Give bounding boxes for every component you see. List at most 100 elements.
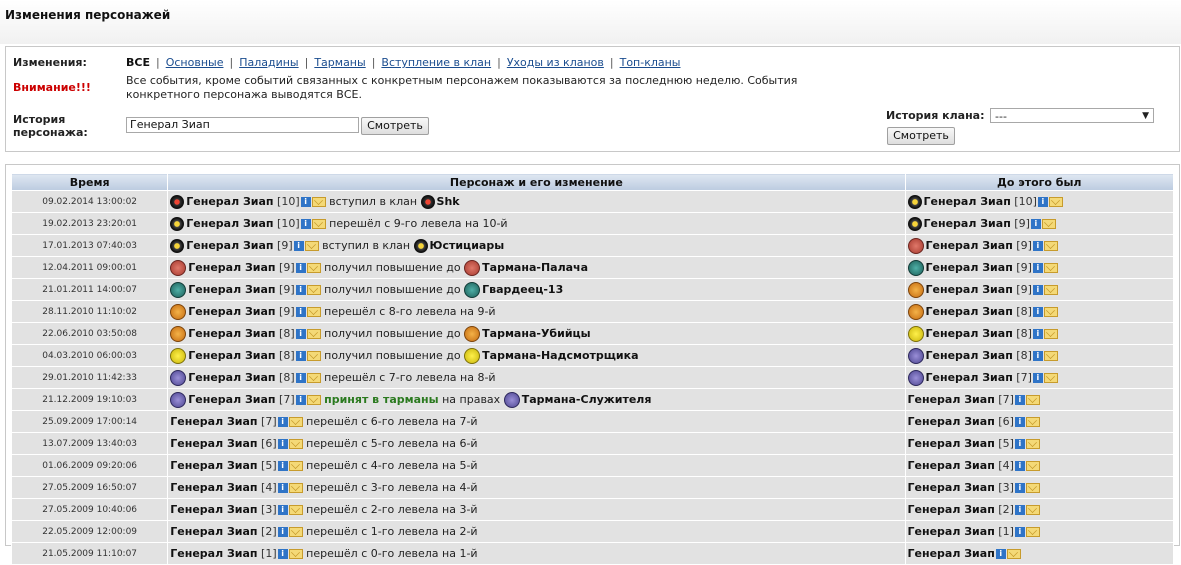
mail-icon[interactable] [288,439,303,449]
info-icon[interactable]: i [1014,527,1025,537]
filter-link-clan-join[interactable]: Вступление в клан [381,56,491,69]
mail-icon[interactable] [288,417,303,427]
info-icon[interactable]: i [995,549,1006,559]
info-icon[interactable]: i [1032,372,1043,383]
info-icon[interactable]: i [277,549,288,559]
prev-name-link[interactable]: Генерал Зиап [926,371,1013,384]
info-icon[interactable]: i [1014,505,1025,515]
prev-name-link[interactable]: Генерал Зиап [908,415,995,428]
info-icon[interactable]: i [295,306,306,317]
info-icon[interactable]: i [295,372,306,383]
info-icon[interactable]: i [295,394,306,405]
info-icon[interactable]: i [277,505,288,515]
mail-icon[interactable] [1006,549,1021,559]
prev-name-link[interactable]: Генерал Зиап [924,195,1011,208]
info-icon[interactable]: i [1014,395,1025,405]
info-icon[interactable]: i [1032,306,1043,317]
prev-name-link[interactable]: Генерал Зиап [926,305,1013,318]
char-name-link[interactable]: Генерал Зиап [170,525,257,538]
target-link[interactable]: Shk [437,195,460,208]
char-name-link[interactable]: Генерал Зиап [186,239,273,252]
mail-icon[interactable] [1043,350,1058,361]
mail-icon[interactable] [1048,196,1063,207]
prev-name-link[interactable]: Генерал Зиап [908,393,995,406]
prev-name-link[interactable]: Генерал Зиап [908,503,995,516]
char-name-link[interactable]: Генерал Зиап [188,349,275,362]
info-icon[interactable]: i [277,417,288,427]
info-icon[interactable]: i [277,461,288,471]
mail-icon[interactable] [1043,372,1058,383]
mail-icon[interactable] [288,461,303,471]
mail-icon[interactable] [306,372,321,383]
filter-link-top-clans[interactable]: Топ-кланы [620,56,681,69]
prev-name-link[interactable]: Генерал Зиап [908,459,995,472]
mail-icon[interactable] [1043,328,1058,339]
mail-icon[interactable] [1041,218,1056,229]
mail-icon[interactable] [304,240,319,251]
prev-name-link[interactable]: Генерал Зиап [926,327,1013,340]
mail-icon[interactable] [311,196,326,207]
char-name-link[interactable]: Генерал Зиап [170,503,257,516]
info-icon[interactable]: i [1037,196,1048,207]
char-name-link[interactable]: Генерал Зиап [170,459,257,472]
mail-icon[interactable] [306,306,321,317]
mail-icon[interactable] [1025,527,1040,537]
mail-icon[interactable] [1025,417,1040,427]
info-icon[interactable]: i [277,527,288,537]
char-name-link[interactable]: Генерал Зиап [188,327,275,340]
prev-name-link[interactable]: Генерал Зиап [908,547,995,560]
prev-name-link[interactable]: Генерал Зиап [926,349,1013,362]
info-icon[interactable]: i [295,350,306,361]
clan-history-button[interactable]: Смотреть [887,127,955,145]
mail-icon[interactable] [1043,240,1058,251]
char-name-link[interactable]: Генерал Зиап [170,547,257,560]
info-icon[interactable]: i [1032,328,1043,339]
target-link[interactable]: Тармана-Убийцы [482,327,590,340]
mail-icon[interactable] [1025,505,1040,515]
filter-link-basic[interactable]: Основные [166,56,224,69]
target-link[interactable]: Гвардеец-13 [482,283,563,296]
info-icon[interactable]: i [295,328,306,339]
info-icon[interactable]: i [1014,417,1025,427]
prev-name-link[interactable]: Генерал Зиап [908,525,995,538]
clan-select[interactable]: --- ▼ [990,108,1154,123]
char-name-link[interactable]: Генерал Зиап [170,415,257,428]
mail-icon[interactable] [1043,306,1058,317]
info-icon[interactable]: i [1032,284,1043,295]
char-name-input[interactable]: Генерал Зиап [126,117,359,133]
target-link[interactable]: Тармана-Палача [482,261,588,274]
char-name-link[interactable]: Генерал Зиап [170,437,257,450]
info-icon[interactable]: i [277,483,288,493]
mail-icon[interactable] [1025,461,1040,471]
target-link[interactable]: Тармана-Надсмотрщика [482,349,638,362]
mail-icon[interactable] [288,549,303,559]
info-icon[interactable]: i [295,262,306,273]
info-icon[interactable]: i [1032,240,1043,251]
mail-icon[interactable] [1025,439,1040,449]
info-icon[interactable]: i [1032,350,1043,361]
prev-name-link[interactable]: Генерал Зиап [924,217,1011,230]
prev-name-link[interactable]: Генерал Зиап [926,239,1013,252]
char-name-link[interactable]: Генерал Зиап [188,261,275,274]
mail-icon[interactable] [288,483,303,493]
info-icon[interactable]: i [1014,483,1025,493]
mail-icon[interactable] [306,394,321,405]
target-link[interactable]: Тармана-Служителя [522,393,652,406]
char-name-link[interactable]: Генерал Зиап [186,195,273,208]
mail-icon[interactable] [1043,262,1058,273]
char-name-link[interactable]: Генерал Зиап [186,217,273,230]
char-name-link[interactable]: Генерал Зиап [170,481,257,494]
char-name-link[interactable]: Генерал Зиап [188,371,275,384]
info-icon[interactable]: i [277,439,288,449]
prev-name-link[interactable]: Генерал Зиап [908,481,995,494]
filter-link-tarmans[interactable]: Тарманы [314,56,365,69]
prev-name-link[interactable]: Генерал Зиап [926,261,1013,274]
mail-icon[interactable] [306,262,321,273]
char-history-button[interactable]: Смотреть [361,117,429,135]
prev-name-link[interactable]: Генерал Зиап [926,283,1013,296]
char-name-link[interactable]: Генерал Зиап [188,283,275,296]
mail-icon[interactable] [1043,284,1058,295]
mail-icon[interactable] [306,328,321,339]
char-name-link[interactable]: Генерал Зиап [188,393,275,406]
char-name-link[interactable]: Генерал Зиап [188,305,275,318]
